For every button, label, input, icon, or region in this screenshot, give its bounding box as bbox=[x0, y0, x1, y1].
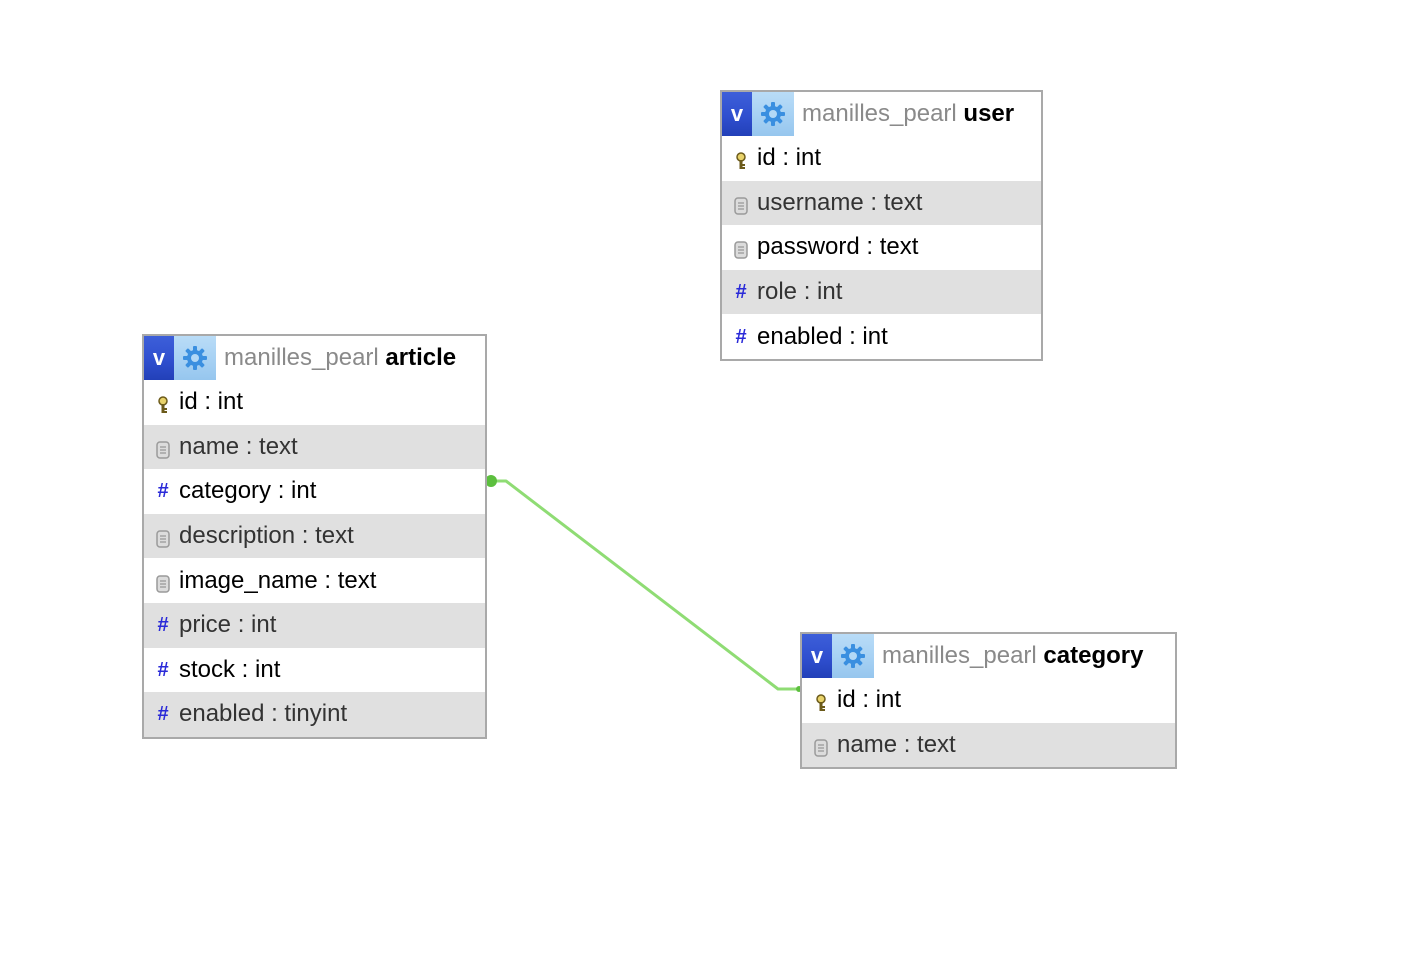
toggle-columns-button[interactable]: v bbox=[802, 634, 832, 678]
column-row[interactable]: # price : int bbox=[144, 602, 485, 648]
table-options-button[interactable] bbox=[832, 634, 874, 678]
database-name: manilles_pearl bbox=[224, 344, 379, 371]
table-name: user bbox=[963, 100, 1015, 127]
column-label: enabled : int bbox=[757, 322, 888, 350]
table-user[interactable]: v manilles_pearl user id: int username … bbox=[720, 90, 1043, 361]
column-row[interactable]: id : int bbox=[802, 678, 1175, 723]
text-field-icon bbox=[152, 569, 174, 593]
text-field-icon bbox=[152, 435, 174, 459]
column-label: id : int bbox=[757, 144, 822, 172]
table-header[interactable]: v m bbox=[722, 92, 1041, 136]
column-row[interactable]: # category : int bbox=[144, 469, 485, 514]
column-label: name : text bbox=[179, 432, 298, 460]
column-label: id : int bbox=[837, 686, 902, 714]
numeric-field-icon: # bbox=[157, 703, 169, 726]
gear-icon bbox=[183, 346, 207, 370]
table-options-button[interactable] bbox=[752, 92, 794, 136]
database-name: manilles_pearl bbox=[802, 100, 957, 127]
numeric-field-icon: # bbox=[157, 658, 169, 681]
column-row[interactable]: id : int bbox=[144, 380, 485, 425]
primary-key-icon bbox=[810, 688, 832, 712]
column-row[interactable]: username : text bbox=[722, 180, 1041, 226]
column-row[interactable]: # enabled : int bbox=[722, 314, 1041, 359]
designer-canvas: v manilles_pearl user id: int username … bbox=[0, 0, 1406, 970]
text-field-icon bbox=[730, 235, 752, 260]
column-row[interactable]: password : text bbox=[722, 225, 1041, 270]
column-row[interactable]: description : text bbox=[144, 513, 485, 559]
column-label: description : text bbox=[179, 522, 354, 550]
table-title: manilles_pearl category bbox=[874, 642, 1151, 670]
relation-line-article-category[interactable] bbox=[490, 479, 800, 691]
numeric-field-icon: # bbox=[157, 480, 169, 503]
database-name: manilles_pearl bbox=[882, 642, 1037, 669]
column-label: role : int bbox=[757, 278, 843, 306]
column-label: name : text bbox=[837, 730, 956, 758]
table-article[interactable]: v manilles_pearl article id: int name:… bbox=[142, 334, 487, 739]
primary-key-icon bbox=[152, 390, 174, 414]
table-header[interactable]: v m bbox=[802, 634, 1175, 678]
numeric-field-icon: # bbox=[735, 281, 747, 304]
column-label: id : int bbox=[179, 388, 244, 416]
table-options-button[interactable] bbox=[174, 336, 216, 380]
gear-icon bbox=[761, 102, 785, 126]
column-row[interactable]: # role : int bbox=[722, 269, 1041, 315]
text-field-icon bbox=[730, 191, 752, 215]
column-label: image_name : text bbox=[179, 566, 377, 594]
table-title: manilles_pearl article bbox=[216, 344, 464, 372]
numeric-field-icon: # bbox=[157, 614, 169, 637]
column-row[interactable]: # enabled : tinyint bbox=[144, 692, 485, 737]
toggle-columns-button[interactable]: v bbox=[722, 92, 752, 136]
text-field-icon bbox=[810, 733, 832, 757]
text-field-icon bbox=[152, 524, 174, 548]
numeric-field-icon: # bbox=[735, 325, 747, 348]
primary-key-icon bbox=[730, 146, 752, 170]
column-row[interactable]: image_name : text bbox=[144, 558, 485, 603]
table-name: article bbox=[385, 344, 457, 371]
column-row[interactable]: id : int bbox=[722, 136, 1041, 181]
column-label: category : int bbox=[179, 477, 317, 505]
column-row[interactable]: name : text bbox=[802, 722, 1175, 768]
toggle-columns-button[interactable]: v bbox=[144, 336, 174, 380]
table-header[interactable]: v m bbox=[144, 336, 485, 380]
column-label: username : text bbox=[757, 188, 923, 216]
table-name: category bbox=[1043, 642, 1144, 669]
table-title: manilles_pearl user bbox=[794, 100, 1022, 128]
column-row[interactable]: # stock : int bbox=[144, 648, 485, 693]
column-label: password : text bbox=[757, 233, 919, 261]
table-category[interactable]: v manilles_pearl category id: int name … bbox=[800, 632, 1177, 770]
column-label: price : int bbox=[179, 611, 277, 639]
column-label: enabled : tinyint bbox=[179, 700, 348, 728]
gear-icon bbox=[841, 644, 865, 668]
column-label: stock : int bbox=[179, 655, 281, 683]
column-row[interactable]: name : text bbox=[144, 424, 485, 470]
